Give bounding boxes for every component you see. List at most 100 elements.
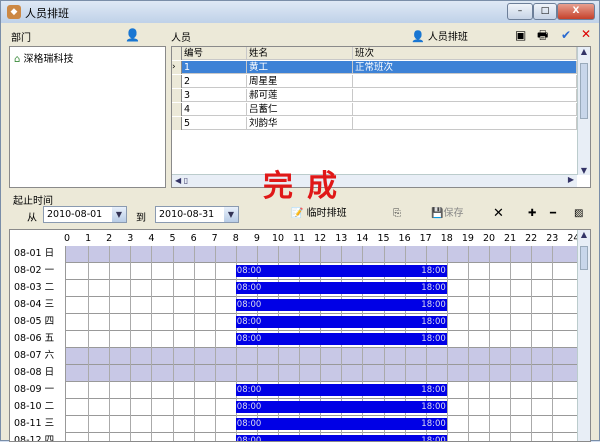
clear-icon[interactable]: ▨ [574,206,583,222]
delete-x-icon[interactable]: ✕ [493,206,504,222]
col-header-shift[interactable]: 班次 [353,47,577,60]
to-date-value: 2010-08-31 [159,209,215,220]
hour-label: 23 [546,233,559,244]
grid-line [193,416,195,433]
horizontal-scrollbar[interactable]: ◀ ▯ ▶ [172,174,577,187]
remove-user-icon[interactable]: ⎘ [393,206,401,222]
shift-bar[interactable]: 08:00 18:00 [235,418,447,430]
export-icon[interactable]: ▣ [515,28,526,42]
save-button[interactable]: 💾保存 [431,206,463,222]
temp-schedule-button[interactable]: 📝 临时排班 [291,206,347,222]
grid-line [130,263,132,280]
shift-bar[interactable]: 08:00 18:00 [235,282,447,294]
schedule-row[interactable]: 08-11 三 08:00 18:00 [10,416,578,433]
schedule-row[interactable]: 08-01 日 [10,246,578,263]
grid-line [151,263,153,280]
shift-start: 08:00 [236,385,262,395]
tree-item[interactable]: ⌂ 深格瑞科技 [14,50,74,65]
temp-schedule-label: 临时排班 [306,208,347,219]
shift-bar[interactable]: 08:00 18:00 [235,333,447,345]
grid-line [193,263,195,280]
grid-line [531,280,533,297]
schedule-row[interactable]: 08-06 五 08:00 18:00 [10,331,578,348]
print-icon[interactable]: 🖶 [537,28,548,42]
hour-label: 19 [461,233,474,244]
cell-id: 5 [182,117,247,130]
shift-bar[interactable]: 08:00 18:00 [235,401,447,413]
plus-icon[interactable]: ✚ [528,206,536,222]
schedule-row[interactable]: 08-09 一 08:00 18:00 [10,382,578,399]
shift-bar[interactable]: 08:00 18:00 [235,299,447,311]
grid-line [151,348,153,365]
grid-line [172,416,174,433]
grid-line [172,246,174,263]
grid-line [510,246,512,263]
schedule-row[interactable]: 08-10 二 08:00 18:00 [10,399,578,416]
to-date-picker[interactable]: 2010-08-31 ▼ [155,206,239,223]
schedule-row[interactable]: 08-03 二 08:00 18:00 [10,280,578,297]
col-header-name[interactable]: 姓名 [247,47,353,60]
schedule-row[interactable]: 08-05 四 08:00 18:00 [10,314,578,331]
save-label: 保存 [443,208,464,219]
tree-item-label: 深格瑞科技 [23,54,74,65]
grid-line [172,348,174,365]
grid-line [130,399,132,416]
shift-end: 18:00 [421,419,446,429]
grid-line [362,348,364,365]
grid-line [446,280,448,297]
grid-line [446,348,448,365]
grid-line [151,382,153,399]
hour-label: 10 [271,233,285,244]
table-row[interactable]: 5 刘韵华 [172,117,577,130]
table-row[interactable]: 4 吕蓄仁 [172,103,577,116]
grid-vertical-scrollbar[interactable]: ▲ [577,230,590,441]
grid-line [214,399,216,416]
grid-line [531,297,533,314]
table-row[interactable]: 2 周星星 [172,75,577,88]
grid-line [151,280,153,297]
grid-line [552,399,554,416]
minimize-button[interactable]: – [507,3,533,20]
grid-line [320,365,322,382]
confirm-check-icon[interactable]: ✔ [561,28,571,42]
minus-icon[interactable]: ━ [550,206,556,222]
grid-line [172,331,174,348]
people-label: 人员 [171,33,191,44]
shift-bar[interactable]: 08:00 18:00 [235,384,447,396]
table-row[interactable]: 3 郝可莲 [172,89,577,102]
grid-line [88,280,90,297]
grid-line [320,246,322,263]
schedule-row[interactable]: 08-07 六 [10,348,578,365]
row-indicator [172,103,182,116]
maximize-button[interactable]: □ [533,3,557,20]
grid-line [88,331,90,348]
grid-line [552,263,554,280]
grid-line [214,263,216,280]
table-row[interactable]: › 1 黄工 正常班次 [172,61,577,74]
vertical-scrollbar[interactable]: ▲ ▼ [577,47,590,175]
grid-line [130,331,132,348]
schedule-row[interactable]: 08-02 一 08:00 18:00 [10,263,578,280]
grid-line [531,399,533,416]
shift-bar[interactable]: 08:00 18:00 [235,265,447,277]
grid-line [467,297,469,314]
shift-end: 18:00 [421,283,446,293]
chevron-down-icon[interactable]: ▼ [112,207,126,222]
grid-line [531,331,533,348]
schedule-row[interactable]: 08-08 日 [10,365,578,382]
schedule-row[interactable]: 08-04 三 08:00 18:00 [10,297,578,314]
from-date-picker[interactable]: 2010-08-01 ▼ [43,206,127,223]
row-date-label: 08-04 三 [10,297,66,314]
user-icon[interactable]: 👤 [125,28,140,42]
grid-line [404,246,406,263]
schedule-people-button[interactable]: 👤 人员排班 [411,28,468,43]
cancel-x-icon[interactable]: ✕ [581,27,591,41]
grid-line [109,365,111,382]
chevron-down-icon[interactable]: ▼ [224,207,238,222]
close-button[interactable]: X [557,3,595,20]
shift-bar[interactable]: 08:00 18:00 [235,316,447,328]
grid-line [109,348,111,365]
cell-name: 周星星 [247,75,353,88]
col-header-id[interactable]: 编号 [182,47,247,60]
shift-end: 18:00 [421,334,446,344]
